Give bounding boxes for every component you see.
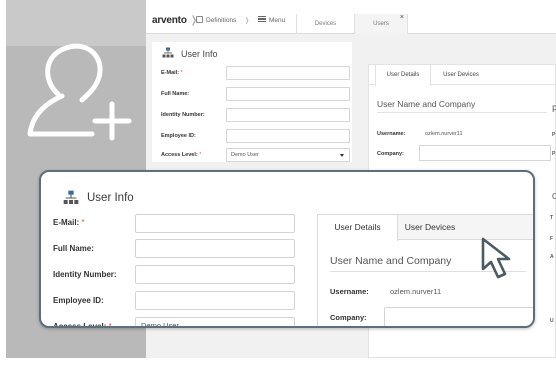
access-level-label: Access Level: * <box>161 152 202 158</box>
employee-id-label: Employee ID: <box>161 133 196 139</box>
email-field[interactable] <box>135 214 295 233</box>
far-heading: C <box>552 192 556 201</box>
username-label: Username: <box>377 131 406 137</box>
far-label: F <box>550 236 554 242</box>
far-label: P <box>552 132 556 138</box>
zoom-card: User Info E-Mail: * Full Name: Identity … <box>39 170 535 328</box>
company-field[interactable] <box>419 145 551 161</box>
identity-number-field[interactable] <box>226 108 350 122</box>
tab-user-devices[interactable]: User Devices <box>398 215 462 240</box>
company-label: Company: <box>377 151 404 157</box>
user-info-form-bg: User Info E-Mail: * Full Name: Identity … <box>152 42 352 162</box>
breadcrumb-definitions[interactable]: Definitions ❭ <box>196 16 250 24</box>
email-label: E-Mail: * <box>161 70 183 76</box>
menu-icon <box>258 16 266 22</box>
close-icon[interactable]: × <box>400 8 404 28</box>
tab-user-details[interactable]: User Details <box>318 215 398 241</box>
tab-devices[interactable]: Devices <box>296 14 354 34</box>
full-name-label: Full Name: <box>161 91 190 97</box>
section-title: User Name and Company <box>377 99 547 113</box>
far-label: U <box>550 318 554 324</box>
tab-user-devices[interactable]: User Devices <box>431 65 491 85</box>
identity-number-label: Identity Number: <box>53 270 117 279</box>
chevron-down-icon <box>340 154 344 157</box>
page-title: User Info <box>87 192 134 204</box>
employee-id-field[interactable] <box>135 291 295 310</box>
company-label: Company: <box>330 313 367 322</box>
far-label: T <box>550 215 554 221</box>
tab-user-details[interactable]: User Details <box>375 65 431 86</box>
company-field[interactable] <box>384 307 533 326</box>
top-bar: arvento ❭ Definitions ❭ Menu Devices Users… <box>146 8 556 34</box>
access-level-select[interactable]: Demo User <box>135 317 295 326</box>
access-level-select[interactable]: Demo User <box>226 148 350 162</box>
email-label: E-Mail: * <box>53 218 85 227</box>
add-user-icon <box>27 43 132 141</box>
mouse-pointer-icon <box>481 237 511 279</box>
details-tabs: User Details User Devices <box>369 65 556 86</box>
breadcrumb-menu[interactable]: Menu <box>258 16 285 24</box>
full-name-field[interactable] <box>135 239 295 258</box>
email-field[interactable] <box>226 66 350 80</box>
full-name-field[interactable] <box>226 87 350 101</box>
identity-number-label: Identity Number: <box>161 112 205 118</box>
far-label: P <box>552 151 556 157</box>
username-label: Username: <box>330 287 369 296</box>
full-name-label: Full Name: <box>53 244 94 253</box>
employee-id-label: Employee ID: <box>53 296 104 305</box>
tab-users[interactable]: Users × <box>354 14 408 34</box>
employee-id-field[interactable] <box>226 129 350 143</box>
far-label: A <box>550 254 554 260</box>
org-chart-icon <box>63 190 79 204</box>
access-level-label: Access Level: * <box>53 322 112 328</box>
org-chart-icon <box>162 47 174 58</box>
definitions-icon <box>196 16 203 23</box>
logo: arvento ❭ <box>152 15 198 26</box>
username-value: ozlem.nurver11 <box>425 131 463 137</box>
username-value: ozlem.nurver11 <box>390 287 442 296</box>
far-heading: P <box>552 104 556 114</box>
page-title: User Info <box>181 49 218 59</box>
identity-number-field[interactable] <box>135 265 295 284</box>
